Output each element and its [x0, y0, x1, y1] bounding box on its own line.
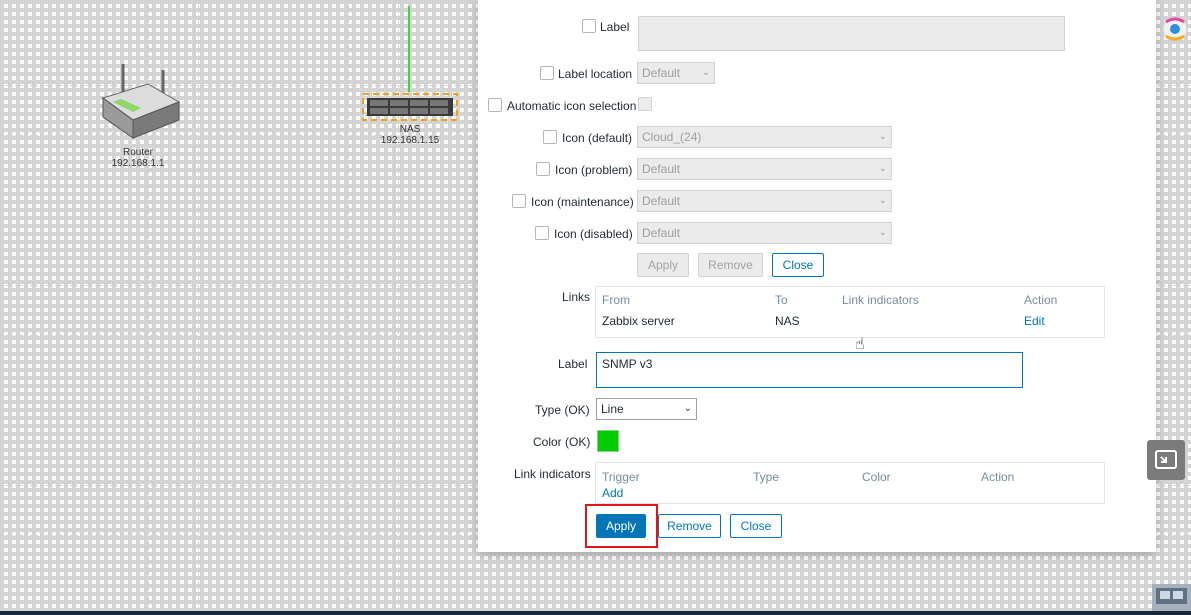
- picture-in-picture-button[interactable]: [1147, 440, 1185, 480]
- label-checkbox-label: Label: [600, 20, 630, 34]
- icon-disabled-checkbox[interactable]: [535, 226, 549, 240]
- icon-default-checkbox[interactable]: [543, 130, 557, 144]
- logo-icon: [1160, 14, 1190, 44]
- link-remove-button[interactable]: Remove: [658, 514, 721, 538]
- link-label-textarea[interactable]: SNMP v3: [596, 352, 1023, 388]
- link-row-edit-link[interactable]: Edit: [1024, 314, 1045, 328]
- router-node[interactable]: Router 192.168.1.1: [88, 62, 188, 169]
- type-ok-label: Type (OK): [535, 403, 590, 417]
- link-close-button[interactable]: Close: [730, 514, 782, 538]
- indicator-header-color: Color: [862, 470, 891, 484]
- indicator-header-type: Type: [753, 470, 780, 484]
- auto-icon-label: Automatic icon selection: [507, 99, 637, 113]
- auto-icon-value-checkbox[interactable]: [638, 97, 652, 111]
- icon-maintenance-label: Icon (maintenance): [531, 195, 634, 209]
- map-link-line[interactable]: [408, 6, 410, 92]
- add-indicator-link[interactable]: Add: [602, 486, 623, 500]
- link-indicators-table: Trigger Type Color Action Add: [595, 462, 1105, 504]
- label-checkbox[interactable]: [582, 19, 596, 33]
- link-row-to: NAS: [775, 314, 800, 328]
- links-header-indicators: Link indicators: [842, 293, 919, 307]
- icon-maintenance-select[interactable]: Default ⌄: [637, 190, 892, 212]
- element-close-button[interactable]: Close: [772, 253, 824, 277]
- icon-problem-checkbox[interactable]: [536, 162, 550, 176]
- router-icon: [101, 64, 181, 139]
- hand-cursor-icon: ☝: [855, 336, 865, 353]
- router-name: Router: [122, 147, 153, 158]
- icon-disabled-select[interactable]: Default ⌄: [637, 222, 892, 244]
- indicator-header-action: Action: [981, 470, 1015, 484]
- element-remove-button[interactable]: Remove: [698, 253, 763, 277]
- chevron-down-icon: ⌄: [878, 163, 887, 174]
- color-ok-swatch[interactable]: [597, 430, 619, 452]
- chevron-down-icon: ⌄: [878, 131, 887, 142]
- nas-name: NAS: [399, 124, 421, 135]
- icon-maintenance-checkbox[interactable]: [512, 194, 526, 208]
- nas-ip: 192.168.1.15: [380, 135, 440, 146]
- highlight-box: [585, 504, 658, 548]
- label-location-select[interactable]: Default ⌄: [637, 62, 715, 84]
- chevron-down-icon: ⌄: [683, 403, 692, 414]
- bottom-bar: [0, 611, 1191, 615]
- picture-in-picture-icon: [1155, 450, 1177, 469]
- auto-icon-checkbox[interactable]: [488, 98, 502, 112]
- thumbnail-icon: [1152, 584, 1191, 612]
- map-element-form-panel: Label Label location Default ⌄ Automatic…: [478, 0, 1156, 552]
- color-ok-label: Color (OK): [533, 435, 591, 449]
- links-header-to: To: [775, 293, 788, 307]
- links-label: Links: [562, 290, 591, 304]
- label-location-checkbox[interactable]: [540, 66, 554, 80]
- icon-default-select[interactable]: Cloud_(24) ⌄: [637, 126, 892, 148]
- icon-problem-select[interactable]: Default ⌄: [637, 158, 892, 180]
- router-ip: 192.168.1.1: [111, 158, 165, 169]
- nas-node[interactable]: NAS 192.168.1.15: [362, 93, 458, 146]
- label-location-label: Label location: [558, 67, 633, 81]
- nas-icon: [362, 93, 458, 121]
- link-label-label: Label: [558, 357, 588, 371]
- icon-problem-label: Icon (problem): [555, 163, 633, 177]
- links-header-from: From: [602, 293, 630, 307]
- link-row-from: Zabbix server: [602, 314, 675, 328]
- indicator-header-trigger: Trigger: [602, 470, 640, 484]
- type-ok-select[interactable]: Line ⌄: [596, 398, 697, 420]
- chevron-down-icon: ⌄: [878, 227, 887, 238]
- icon-disabled-label: Icon (disabled): [554, 227, 633, 241]
- chevron-down-icon: ⌄: [878, 195, 887, 206]
- element-label-textarea[interactable]: [638, 16, 1065, 51]
- links-table: From To Link indicators Action Zabbix se…: [595, 286, 1105, 338]
- links-header-action: Action: [1024, 293, 1058, 307]
- link-indicators-label: Link indicators: [514, 467, 591, 481]
- element-apply-button[interactable]: Apply: [637, 253, 689, 277]
- icon-default-label: Icon (default): [562, 131, 633, 145]
- chevron-down-icon: ⌄: [701, 67, 710, 78]
